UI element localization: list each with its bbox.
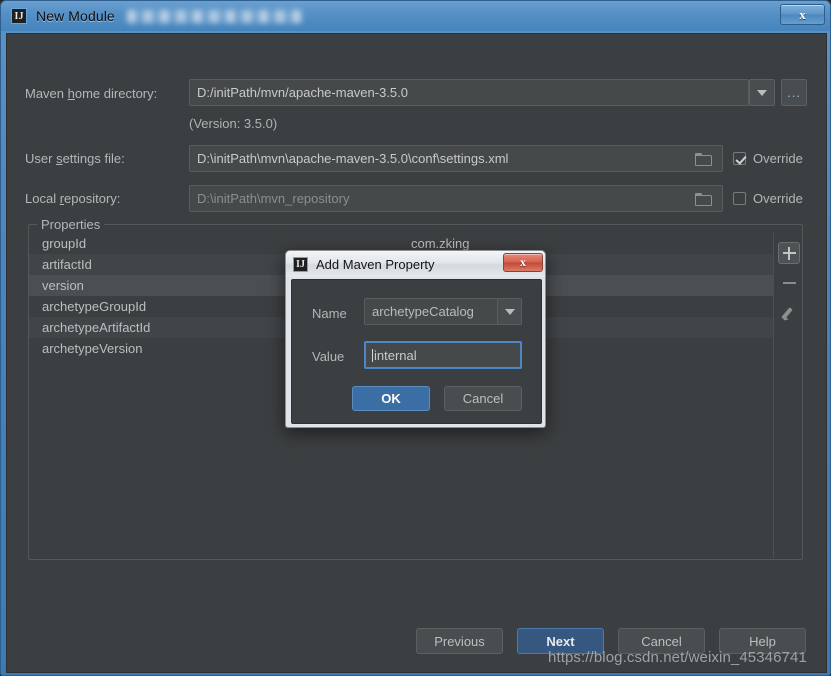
- maven-home-label: Maven home directory:: [25, 86, 158, 101]
- watermark-url: https://blog.csdn.net/weixin_45346741: [548, 649, 807, 666]
- chevron-down-icon[interactable]: [497, 299, 521, 324]
- local-repository-input[interactable]: D:\initPath\mvn_repository: [189, 185, 723, 212]
- close-button[interactable]: x: [780, 4, 825, 25]
- intellij-idea-icon: IJ: [293, 256, 308, 272]
- folder-icon: [694, 153, 712, 166]
- maven-home-directory-value: D:/initPath/mvn/apache-maven-3.5.0: [197, 85, 408, 100]
- close-icon: x: [799, 6, 806, 22]
- modal-cancel-button[interactable]: Cancel: [444, 386, 522, 411]
- pencil-icon: [782, 306, 797, 321]
- chevron-down-icon: [757, 89, 767, 96]
- property-key: groupId: [42, 236, 87, 251]
- modal-titlebar: IJ Add Maven Property x: [286, 251, 545, 277]
- maven-version-note: (Version: 3.5.0): [189, 116, 278, 131]
- property-name-combobox[interactable]: archetypeCatalog: [364, 298, 522, 325]
- property-value-text: internal: [374, 347, 417, 363]
- add-property-button[interactable]: [778, 242, 800, 264]
- window-titlebar: IJ New Module x: [1, 1, 830, 31]
- property-value-input[interactable]: internal: [364, 341, 522, 369]
- properties-legend: Properties: [37, 217, 105, 232]
- user-settings-file-input[interactable]: D:\initPath\mvn\apache-maven-3.5.0\conf\…: [189, 145, 723, 172]
- remove-property-button[interactable]: [778, 272, 800, 294]
- property-name-value: archetypeCatalog: [372, 304, 474, 319]
- local-repository-override-label: Override: [753, 191, 803, 206]
- user-settings-file-value: D:\initPath\mvn\apache-maven-3.5.0\conf\…: [197, 151, 509, 166]
- text-caret: [372, 348, 373, 362]
- redacted-title-suffix: [126, 9, 302, 23]
- edit-property-button[interactable]: [778, 302, 800, 324]
- minus-icon: [782, 282, 796, 284]
- folder-icon: [694, 193, 712, 206]
- checkbox-unchecked-icon: [733, 192, 746, 205]
- user-settings-browse-button[interactable]: [689, 145, 715, 172]
- user-settings-label: User settings file:: [25, 151, 125, 166]
- maven-home-browse-button[interactable]: ...: [781, 79, 807, 106]
- maven-home-dropdown-button[interactable]: [749, 79, 775, 106]
- new-module-window: IJ New Module x Maven home directory: D:…: [0, 0, 831, 676]
- ellipsis-icon: ...: [787, 84, 801, 100]
- modal-close-button[interactable]: x: [503, 253, 543, 272]
- property-value: com.zking: [411, 236, 470, 251]
- previous-button[interactable]: Previous: [416, 628, 503, 654]
- user-settings-override-checkbox[interactable]: Override: [733, 151, 803, 166]
- modal-title: Add Maven Property: [316, 256, 435, 272]
- maven-home-directory-input[interactable]: D:/initPath/mvn/apache-maven-3.5.0: [189, 79, 749, 106]
- local-repository-label: Local repository:: [25, 191, 121, 206]
- window-title: New Module: [36, 8, 115, 24]
- user-settings-override-label: Override: [753, 151, 803, 166]
- local-repository-value: D:\initPath\mvn_repository: [197, 191, 350, 206]
- local-repository-browse-button[interactable]: [689, 185, 715, 212]
- plus-icon: [782, 246, 796, 260]
- close-icon: x: [520, 255, 526, 269]
- value-label: Value: [312, 349, 345, 364]
- modal-ok-button[interactable]: OK: [352, 386, 430, 411]
- local-repository-override-checkbox[interactable]: Override: [733, 191, 803, 206]
- modal-body: Name archetypeCatalog Value internal OK …: [291, 279, 542, 424]
- add-maven-property-dialog: IJ Add Maven Property x Name archetypeCa…: [285, 250, 546, 428]
- properties-toolbar: [776, 234, 802, 558]
- checkbox-checked-icon: [733, 152, 746, 165]
- intellij-idea-icon: IJ: [11, 8, 27, 24]
- name-label: Name: [312, 306, 347, 321]
